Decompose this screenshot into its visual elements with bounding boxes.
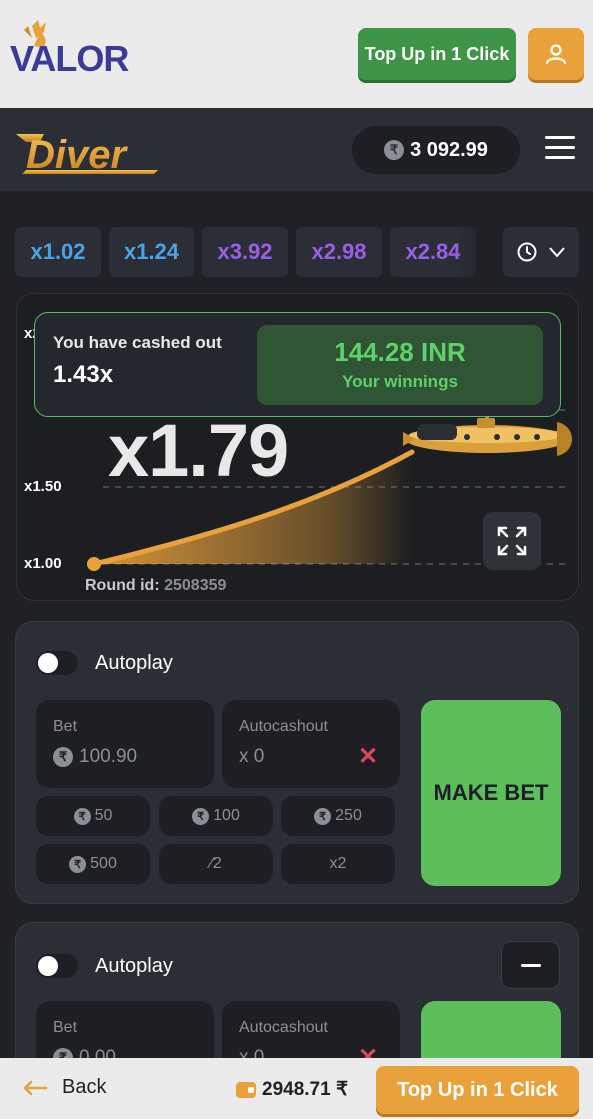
game-balance: ₹ 3 092.99 (352, 126, 520, 174)
hamburger-menu-icon[interactable] (545, 136, 575, 162)
chip-value: 500 (90, 855, 117, 872)
curve-start-dot (87, 557, 101, 571)
history-multiplier: x1.24 (109, 227, 194, 277)
history-multiplier: x3.92 (202, 227, 288, 277)
winnings-box: 144.28 INR Your winnings (257, 325, 543, 405)
winnings-label: Your winnings (342, 372, 458, 391)
bet-label: Bet (53, 1019, 78, 1036)
profile-button[interactable] (528, 28, 584, 80)
game-header: Diver ₹ 3 092.99 (0, 108, 593, 191)
make-bet-button[interactable]: MAKE BET (421, 700, 561, 886)
bet-label: Bet (53, 718, 78, 735)
bet-panel-1: Autoplay Bet ₹ 100.90 Autocashout x 0 ✕ … (15, 621, 579, 904)
cashout-notification: You have cashed out 1.43x 144.28 INR You… (34, 312, 561, 417)
minus-icon (520, 963, 541, 967)
round-id-label: Round id: (85, 577, 160, 594)
chip-250-button[interactable]: ₹ 250 (281, 796, 395, 836)
rupee-coin-icon: ₹ (314, 807, 332, 825)
round-id: Round id: 2508359 (85, 577, 226, 595)
autoplay-label: Autoplay (95, 955, 173, 977)
rupee-coin-icon: ₹ (192, 807, 210, 825)
remove-bet-panel-button[interactable] (501, 941, 560, 989)
rupee-coin-icon: ₹ (73, 807, 91, 825)
round-id-value: 2508359 (164, 577, 227, 594)
bet-input[interactable]: Bet ₹ 100.90 (36, 700, 214, 788)
rupee-coin-icon: ₹ (53, 747, 73, 767)
brand-name[interactable]: VALOR (10, 38, 129, 80)
wallet-balance-value: 2948.71 ₹ (262, 1079, 349, 1100)
user-icon (545, 44, 567, 65)
site-header: VALOR Top Up in 1 Click (0, 0, 593, 108)
y-axis-label: x1.50 (24, 478, 62, 495)
autoplay-toggle[interactable] (36, 651, 78, 675)
history-toggle-button[interactable] (503, 227, 579, 277)
chevron-down-icon (549, 247, 565, 257)
back-button[interactable]: Back (22, 1076, 106, 1099)
chip-value: 250 (335, 807, 362, 824)
autoplay-label: Autoplay (95, 652, 173, 674)
arrow-left-icon (23, 1080, 48, 1095)
chip-500-button[interactable]: ₹ 500 (36, 844, 150, 884)
chip-value: 100 (213, 807, 240, 824)
autocashout-value: x 0 (239, 746, 265, 767)
y-axis-label: x1.00 (24, 555, 62, 572)
fullscreen-button[interactable] (483, 512, 541, 570)
double-bet-button[interactable]: x2 (281, 844, 395, 884)
half-bet-button[interactable]: ⁄2 (159, 844, 273, 884)
balance-value: 3 092.99 (410, 138, 488, 161)
cashout-label: You have cashed out (53, 333, 222, 352)
history-multiplier: x2.98 (296, 227, 382, 277)
diver-logo: Diver (16, 133, 158, 174)
bottom-top-up-button[interactable]: Top Up in 1 Click (376, 1066, 579, 1114)
rupee-coin-icon: ₹ (384, 140, 405, 160)
history-multiplier: x1.02 (15, 227, 101, 277)
cashout-multiplier: 1.43x (53, 361, 114, 388)
top-up-button[interactable]: Top Up in 1 Click (358, 28, 516, 80)
bet-value: 100.90 (79, 746, 138, 767)
autocashout-label: Autocashout (239, 1019, 328, 1036)
autocashout-label: Autocashout (239, 718, 328, 735)
history-fade (455, 227, 503, 277)
chip-100-button[interactable]: ₹ 100 (159, 796, 273, 836)
chip-50-button[interactable]: ₹ 50 (36, 796, 150, 836)
autocashout-input[interactable]: Autocashout x 0 ✕ (222, 700, 400, 788)
rupee-coin-icon: ₹ (69, 855, 87, 873)
back-label: Back (62, 1076, 107, 1098)
winnings-amount: 144.28 INR (334, 337, 466, 367)
current-multiplier: x1.79 (108, 409, 289, 492)
expand-icon (497, 526, 527, 556)
bottom-bar: Back 2948.71 ₹ Top Up in 1 Click (0, 1058, 593, 1119)
clock-icon (517, 242, 537, 262)
autoplay-toggle[interactable] (36, 954, 78, 978)
game-title: Diver (26, 133, 128, 174)
clear-icon[interactable]: ✕ (358, 745, 378, 769)
wallet-icon (236, 1081, 256, 1098)
chip-value: 50 (94, 807, 113, 824)
wallet-balance: 2948.71 ₹ (236, 1078, 348, 1101)
